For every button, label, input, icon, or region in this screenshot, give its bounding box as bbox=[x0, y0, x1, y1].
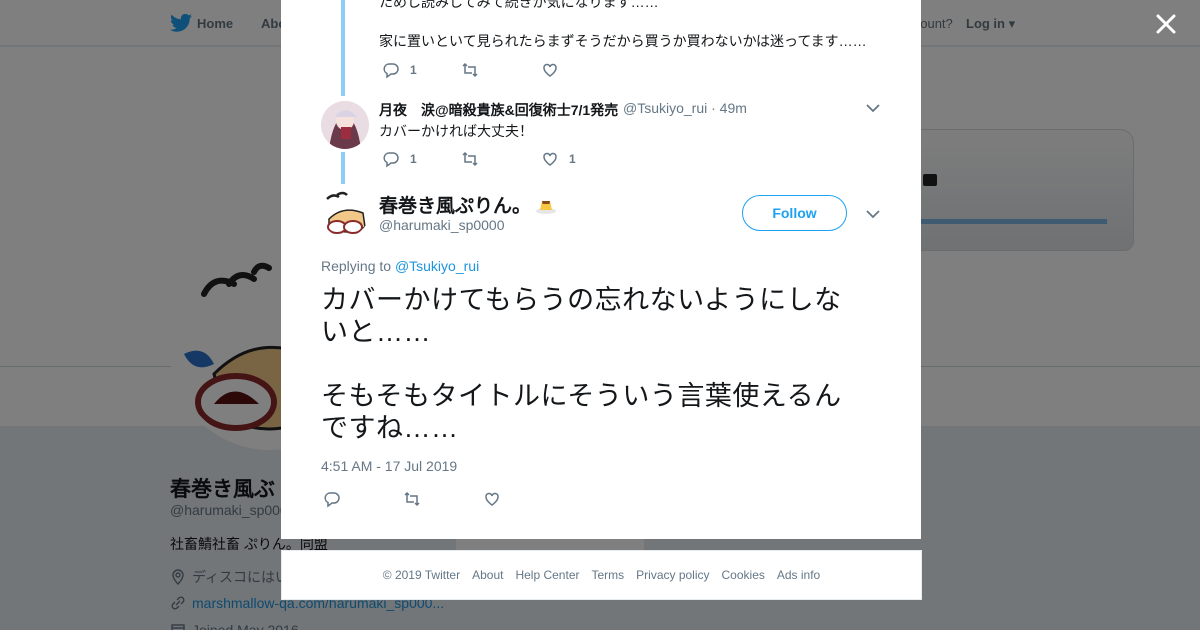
replying-to-link[interactable]: @Tsukiyo_rui bbox=[395, 258, 479, 274]
main-avatar-art bbox=[321, 189, 369, 237]
tweet-timestamp[interactable]: 4:51 AM - 17 Jul 2019 bbox=[321, 458, 457, 474]
footer-privacy-link[interactable]: Privacy policy bbox=[636, 568, 709, 582]
like-action[interactable] bbox=[541, 61, 559, 79]
reply-author-name[interactable]: 月夜 涙@暗殺貴族&回復術士7/1発売 bbox=[379, 100, 618, 120]
reply-action[interactable]: 1 bbox=[382, 150, 417, 168]
retweet-action[interactable] bbox=[403, 490, 421, 508]
close-icon[interactable] bbox=[1152, 10, 1180, 38]
footer-ads-link[interactable]: Ads info bbox=[777, 568, 820, 582]
retweet-action[interactable] bbox=[461, 61, 479, 79]
replying-to: Replying to @Tsukiyo_rui bbox=[321, 258, 479, 274]
tweet-text-line: カバーかけてもらうの忘れないようにしな bbox=[321, 285, 842, 315]
reply-icon bbox=[383, 152, 399, 168]
retweet-icon bbox=[462, 151, 478, 167]
like-icon bbox=[543, 152, 557, 166]
tweet-text-line: いと…… bbox=[321, 317, 431, 347]
footer-help-link[interactable]: Help Center bbox=[515, 568, 579, 582]
like-count: 1 bbox=[569, 152, 576, 166]
like-icon bbox=[543, 63, 557, 77]
reply-author-avatar[interactable] bbox=[321, 101, 369, 149]
reply-count: 1 bbox=[410, 63, 417, 77]
pudding-emoji-icon bbox=[536, 201, 557, 214]
reply-tweet-text: カバーかければ大丈夫！ bbox=[379, 123, 533, 139]
chevron-down-icon[interactable] bbox=[865, 209, 881, 219]
tweet-author-avatar[interactable] bbox=[321, 189, 369, 237]
replying-prefix: Replying to bbox=[321, 258, 392, 274]
reply-action[interactable]: 1 bbox=[382, 61, 417, 79]
tweet-text: カバーかけてもらうの忘れないようにしな いと…… そもそもタイトルにそういう言葉… bbox=[321, 284, 881, 444]
tweet-text-line: そもそもタイトルにそういう言葉使えるん bbox=[321, 381, 842, 411]
previous-tweet-text-cut: ためし読みしてみて続きが気になります…… bbox=[379, 0, 659, 10]
footer-terms-link[interactable]: Terms bbox=[591, 568, 624, 582]
footer-about-link[interactable]: About bbox=[472, 568, 503, 582]
retweet-icon bbox=[404, 491, 420, 507]
follow-button[interactable]: Follow bbox=[742, 195, 847, 231]
tweet-text-line: ですね…… bbox=[321, 413, 459, 443]
reply-icon bbox=[324, 492, 340, 508]
tweet-author-name-text[interactable]: 春巻き風ぷりん。 bbox=[379, 196, 531, 217]
tweet-author-name[interactable]: 春巻き風ぷりん。 bbox=[379, 191, 557, 218]
reply-author-handle[interactable]: @Tsukiyo_rui · 49m bbox=[623, 100, 747, 116]
retweet-icon bbox=[462, 62, 478, 78]
reply-icon bbox=[383, 63, 399, 79]
reply-avatar-art bbox=[321, 101, 369, 149]
previous-tweet-text: 家に置いといて見られたらまずそうだから買うか買わないかは迷ってます…… bbox=[379, 33, 867, 49]
thread-connector-line bbox=[341, 152, 345, 184]
like-action[interactable] bbox=[483, 490, 501, 508]
chevron-down-icon[interactable] bbox=[865, 103, 881, 113]
footer-cookies-link[interactable]: Cookies bbox=[722, 568, 765, 582]
footer-copyright: © 2019 Twitter bbox=[382, 568, 461, 582]
reply-action[interactable] bbox=[323, 490, 341, 508]
thread-connector-line bbox=[341, 0, 345, 96]
modal-footer: © 2019 Twitter About Help Center Terms P… bbox=[281, 550, 922, 600]
like-icon bbox=[485, 492, 499, 506]
like-action[interactable]: 1 bbox=[541, 150, 576, 168]
retweet-action[interactable] bbox=[461, 150, 479, 168]
tweet-author-handle[interactable]: @harumaki_sp0000 bbox=[379, 217, 505, 233]
reply-count: 1 bbox=[410, 152, 417, 166]
